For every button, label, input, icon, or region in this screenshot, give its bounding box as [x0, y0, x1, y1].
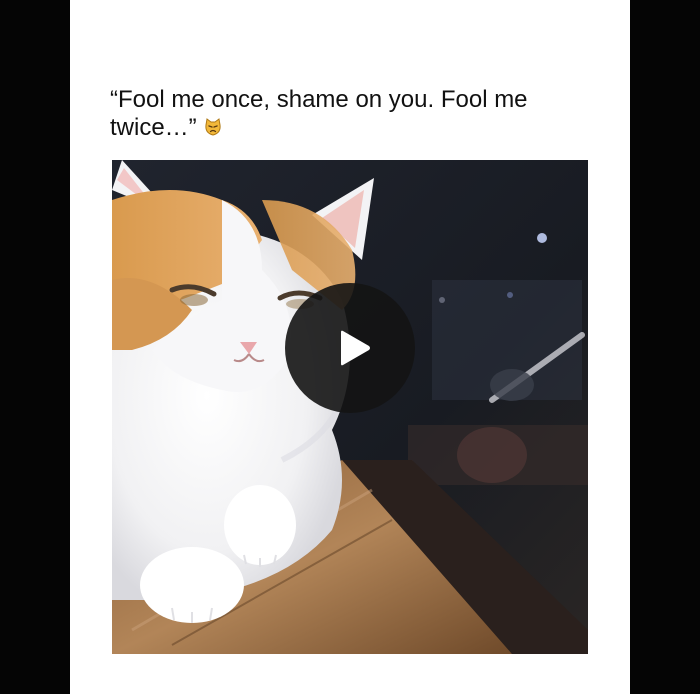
- post-card: “Fool me once, shame on you. Fool me twi…: [70, 0, 630, 694]
- pouting-cat-icon: [205, 118, 221, 136]
- post-caption: “Fool me once, shame on you. Fool me twi…: [110, 86, 580, 142]
- play-icon: [341, 330, 370, 366]
- post-caption-text: “Fool me once, shame on you. Fool me twi…: [110, 86, 528, 141]
- play-button[interactable]: [285, 283, 415, 413]
- viewer-backdrop: “Fool me once, shame on you. Fool me twi…: [0, 0, 700, 694]
- video-player[interactable]: [112, 160, 588, 654]
